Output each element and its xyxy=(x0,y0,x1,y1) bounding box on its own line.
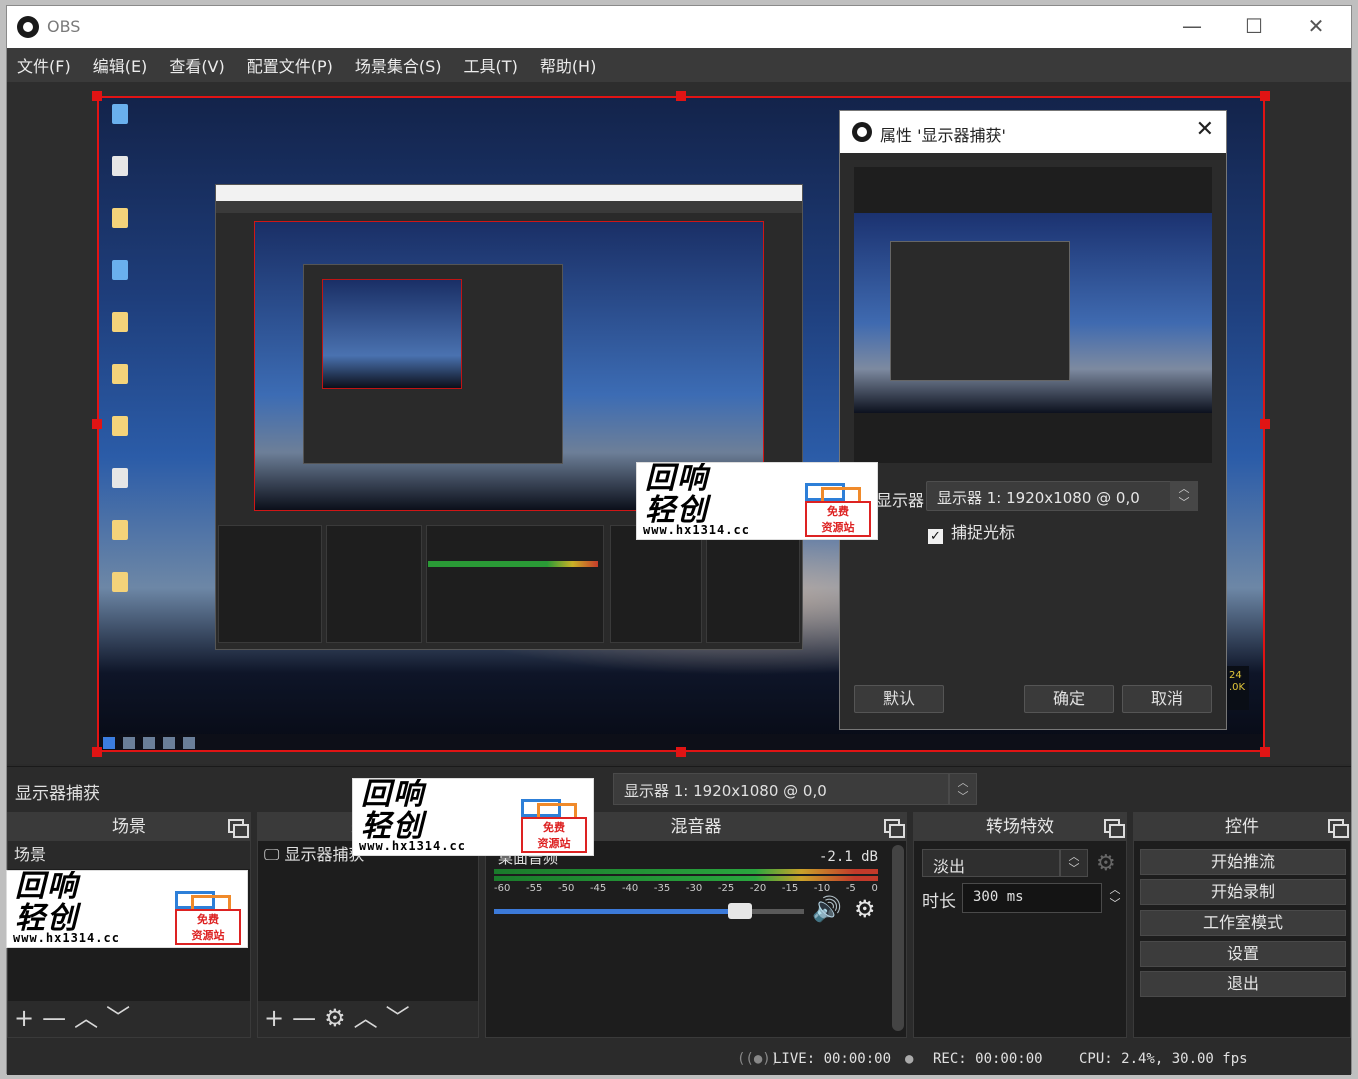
add-icon[interactable]: + xyxy=(264,1004,292,1032)
chevron-updown-icon[interactable]: ︿ ﹀ xyxy=(1104,883,1126,913)
preview-area[interactable]: 属性 '显示器捕获' ✕ 显示器 显示器 1: 1920x1080 @ 0,0 … xyxy=(7,82,1351,764)
menu-view[interactable]: 查看(V) xyxy=(169,53,224,77)
gear-icon[interactable]: ⚙ xyxy=(324,1004,354,1032)
menu-file[interactable]: 文件(F) xyxy=(17,53,71,77)
meter-tick-label: -45 xyxy=(589,883,607,894)
controls-title: 控件 xyxy=(1225,817,1259,837)
obs-logo-icon xyxy=(17,16,39,38)
remove-icon[interactable]: — xyxy=(292,1004,324,1032)
volume-knob[interactable] xyxy=(728,903,753,919)
move-down-icon[interactable]: ﹀ xyxy=(386,1004,418,1032)
audio-meter xyxy=(494,869,878,881)
menu-scene-collection[interactable]: 场景集合(S) xyxy=(355,53,442,77)
status-bar: ((●)) LIVE: 00:00:00 ● REC: 00:00:00 CPU… xyxy=(7,1042,1351,1075)
volume-slider[interactable] xyxy=(494,903,804,919)
volume-fill xyxy=(494,909,749,914)
meter-tick-label: 0 xyxy=(871,883,878,894)
start-streaming-button[interactable]: 开始推流 xyxy=(1140,849,1346,875)
menu-help[interactable]: 帮助(H) xyxy=(540,53,597,77)
resize-handle[interactable] xyxy=(676,747,686,757)
mixer-title: 混音器 xyxy=(670,817,722,837)
display-select-toolbar[interactable]: 显示器 1: 1920x1080 @ 0,0 xyxy=(613,773,949,805)
resize-handle[interactable] xyxy=(676,91,686,101)
watermark-stamp: 免费 资源站 xyxy=(805,501,871,537)
mixer-scrollbar[interactable] xyxy=(892,845,904,1031)
chevron-updown-icon[interactable]: ︿ ﹀ xyxy=(1060,849,1088,877)
float-dock-icon[interactable] xyxy=(1328,819,1349,838)
studio-mode-button[interactable]: 工作室模式 xyxy=(1140,910,1346,936)
resize-handle[interactable] xyxy=(92,747,102,757)
maximize-button[interactable]: ☐ xyxy=(1223,6,1285,48)
selected-source-name: 显示器捕获 xyxy=(15,784,100,804)
scenes-toolbar: +—︿﹀ xyxy=(8,1001,250,1037)
meter-tick-label: -40 xyxy=(621,883,639,894)
duration-label: 时长 xyxy=(922,892,956,912)
title-bar: OBS — ☐ ✕ xyxy=(7,6,1351,48)
duration-input[interactable]: 300 ms xyxy=(962,883,1102,913)
meter-tick-label: -35 xyxy=(653,883,671,894)
meter-tick-label: -10 xyxy=(813,883,831,894)
watermark-stamp: 免费 资源站 xyxy=(521,817,587,853)
mixer-db-value: -2.1 dB xyxy=(818,849,878,865)
remove-icon[interactable]: — xyxy=(42,1004,74,1032)
transitions-dock: 转场特效 淡出 ︿ ﹀ ⚙ 时长 300 ms ︿ ﹀ xyxy=(913,812,1127,1038)
minimize-button[interactable]: — xyxy=(1161,6,1223,48)
watermark-stamp: 免费 资源站 xyxy=(175,909,241,945)
meter-tick-label: -5 xyxy=(845,883,856,894)
resize-handle[interactable] xyxy=(1260,747,1270,757)
rec-dot-icon: ● xyxy=(905,1051,914,1067)
meter-tick-label: -25 xyxy=(717,883,735,894)
menu-bar: 文件(F) 编辑(E) 查看(V) 配置文件(P) 场景集合(S) 工具(T) … xyxy=(7,48,1351,82)
meter-tick-label: -50 xyxy=(557,883,575,894)
meter-tick-label: -15 xyxy=(781,883,799,894)
sources-toolbar: +—⚙︿﹀ xyxy=(258,1001,478,1037)
meter-tick-label: -30 xyxy=(685,883,703,894)
watermark-logo: 回响 轻创 免费 资源站 www.hx1314.cc xyxy=(6,870,248,948)
chevron-updown-icon[interactable]: ︿ ﹀ xyxy=(949,773,977,805)
move-up-icon[interactable]: ︿ xyxy=(74,1004,106,1032)
gear-icon[interactable]: ⚙ xyxy=(1096,851,1116,876)
float-dock-icon[interactable] xyxy=(228,819,249,838)
scene-item[interactable]: 场景 xyxy=(8,841,250,869)
move-down-icon[interactable]: ﹀ xyxy=(106,1004,138,1032)
selection-border xyxy=(97,96,1265,752)
transitions-title: 转场特效 xyxy=(986,817,1054,837)
meter-ticks: -60 -55 -50 -45 -40 -35 -30 -25 -20 -15 -10 -5 0 xyxy=(494,883,878,894)
add-icon[interactable]: + xyxy=(14,1004,42,1032)
resize-handle[interactable] xyxy=(92,91,102,101)
rec-status: REC: 00:00:00 xyxy=(933,1051,1043,1067)
start-recording-button[interactable]: 开始录制 xyxy=(1140,879,1346,905)
meter-tick-label: -55 xyxy=(525,883,543,894)
app-title: OBS xyxy=(47,17,81,36)
source-toolbar: 显示器捕获 显示器 1: 1920x1080 @ 0,0 ︿ ﹀ xyxy=(7,766,1351,810)
menu-profile[interactable]: 配置文件(P) xyxy=(247,53,333,77)
monitor-icon: 🖵 xyxy=(264,845,285,864)
scenes-title: 场景 xyxy=(112,817,146,837)
exit-button[interactable]: 退出 xyxy=(1140,971,1346,997)
meter-tick-label: -60 xyxy=(494,883,511,894)
menu-edit[interactable]: 编辑(E) xyxy=(93,53,148,77)
float-dock-icon[interactable] xyxy=(1104,819,1125,838)
meter-tick-label: -20 xyxy=(749,883,767,894)
resize-handle[interactable] xyxy=(92,419,102,429)
speaker-icon[interactable]: 🔊 xyxy=(812,895,842,923)
controls-dock: 控件 开始推流 开始录制 工作室模式 设置 退出 xyxy=(1133,812,1351,1038)
menu-tools[interactable]: 工具(T) xyxy=(464,53,518,77)
move-up-icon[interactable]: ︿ xyxy=(354,1004,386,1032)
float-dock-icon[interactable] xyxy=(884,819,905,838)
resize-handle[interactable] xyxy=(1260,419,1270,429)
close-button[interactable]: ✕ xyxy=(1285,6,1347,48)
resize-handle[interactable] xyxy=(1260,91,1270,101)
gear-icon[interactable]: ⚙ xyxy=(854,895,876,923)
watermark-logo: 回响 轻创 免费 资源站 www.hx1314.cc xyxy=(352,778,594,856)
watermark-logo: 回响 轻创 免费 资源站 www.hx1314.cc xyxy=(636,462,878,540)
live-status: LIVE: 00:00:00 xyxy=(773,1051,892,1067)
settings-button[interactable]: 设置 xyxy=(1140,941,1346,967)
transition-select[interactable]: 淡出 xyxy=(922,849,1060,877)
cpu-status: CPU: 2.4%, 30.00 fps xyxy=(1079,1051,1248,1067)
